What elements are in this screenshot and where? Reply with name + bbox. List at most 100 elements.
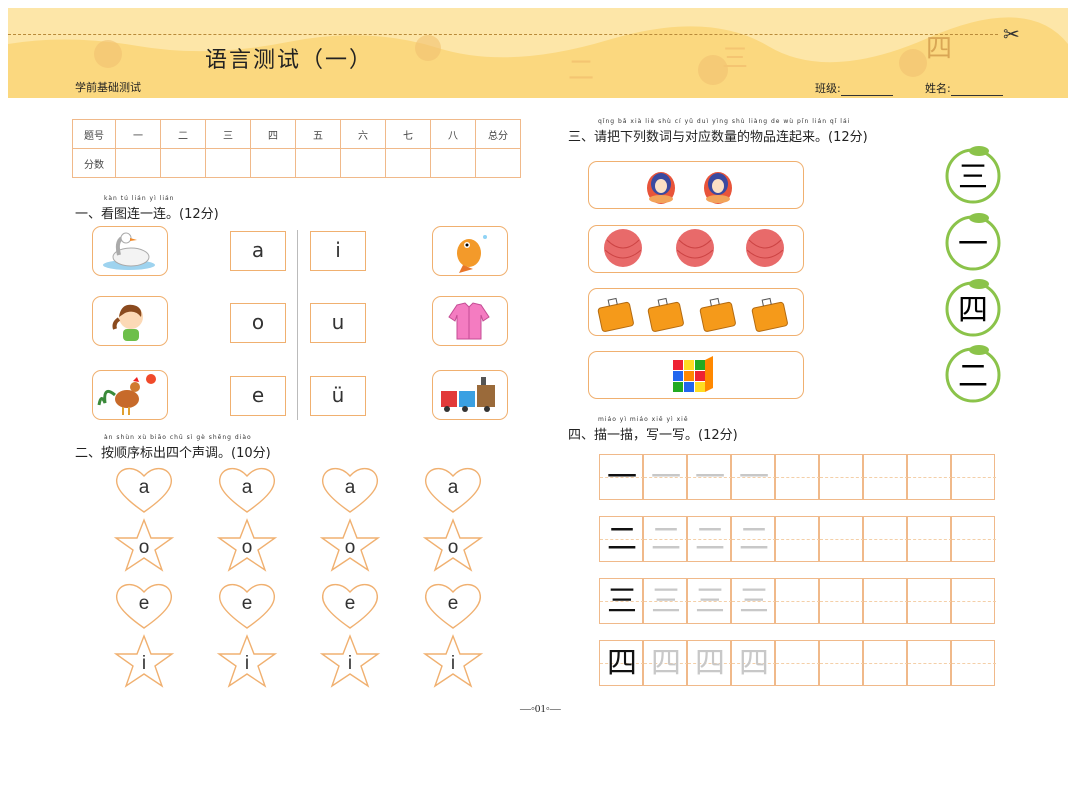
section4-heading: 四、描一描，写一写。(12分) [568,428,738,443]
trace-char-cell[interactable]: 一 [687,454,732,500]
tone-star[interactable]: o [115,519,173,571]
suitcase-card[interactable] [588,288,804,336]
model-char-cell: 一 [599,454,644,500]
numeral-circle[interactable]: 一 [945,213,1001,271]
score-input-cell[interactable] [295,148,341,178]
numeral-circles: 三 一 四 二 [945,146,1001,403]
score-input-cell[interactable] [250,148,296,178]
blank-write-cell[interactable] [863,640,908,686]
tone-heart[interactable]: e [321,583,379,629]
blank-write-cell[interactable] [863,516,908,562]
tone-star[interactable]: i [115,635,173,687]
blank-write-cell[interactable] [863,454,908,500]
blank-write-cell[interactable] [775,640,820,686]
grid-guide [820,477,864,478]
score-input-cell[interactable] [340,148,386,178]
tone-letter: o [242,537,253,558]
tone-heart[interactable]: a [424,467,482,513]
numeral-circle[interactable]: 四 [945,279,1001,337]
trace-char-cell[interactable]: 四 [731,640,776,686]
fish-card[interactable] [432,226,508,276]
yarn-card[interactable] [588,225,804,273]
trace-char-cell[interactable]: 三 [731,578,776,624]
numeral-circle[interactable]: 三 [945,146,1001,204]
blank-write-cell[interactable] [819,516,864,562]
trace-char: 一 [695,460,725,495]
blank-write-cell[interactable] [951,640,996,686]
girl-icon [112,304,143,341]
blank-write-cell[interactable] [907,454,952,500]
trace-char-cell[interactable]: 二 [643,516,688,562]
trace-char-cell[interactable]: 三 [643,578,688,624]
tone-letter: i [348,653,352,674]
score-input-cell[interactable] [430,148,476,178]
score-input-cell[interactable] [385,148,431,178]
blank-write-cell[interactable] [775,516,820,562]
tone-star[interactable]: i [424,635,482,687]
blank-write-cell[interactable] [951,578,996,624]
blank-write-cell[interactable] [819,640,864,686]
rooster-card[interactable] [92,370,168,420]
tone-heart[interactable]: e [218,583,276,629]
trace-char-cell[interactable]: 一 [643,454,688,500]
tone-letter: e [242,593,253,614]
letter-box[interactable]: e [230,376,286,416]
blank-write-cell[interactable] [907,578,952,624]
tone-heart[interactable]: a [218,467,276,513]
tone-star[interactable]: i [321,635,379,687]
blank-write-cell[interactable] [907,640,952,686]
letter-box[interactable]: o [230,303,286,343]
trace-char-cell[interactable]: 一 [731,454,776,500]
tone-heart[interactable]: a [321,467,379,513]
clothes-card[interactable] [432,296,508,346]
trace-char-cell[interactable]: 三 [687,578,732,624]
blank-write-cell[interactable] [775,578,820,624]
swan-card[interactable] [92,226,168,276]
trace-char: 三 [739,584,769,619]
dolls-card[interactable] [588,161,804,209]
girl-card[interactable] [92,296,168,346]
tone-star[interactable]: o [218,519,276,571]
trace-char-cell[interactable]: 四 [687,640,732,686]
blank-write-cell[interactable] [819,578,864,624]
letter-box[interactable]: i [310,231,366,271]
tone-star[interactable]: o [424,519,482,571]
section3-pinyin: qǐng bǎ xià liè shù cí yǔ duì yìng shù l… [598,118,851,125]
cube-card[interactable] [588,351,804,399]
blank-write-cell[interactable] [951,516,996,562]
trace-char: 二 [651,522,681,557]
blank-write-cell[interactable] [863,578,908,624]
tone-heart[interactable]: a [115,467,173,513]
section2-pinyin: àn shùn xù biāo chū sì gè shēng diào [104,434,252,441]
train-card[interactable] [432,370,508,420]
score-input-cell[interactable] [115,148,161,178]
tone-star[interactable]: o [321,519,379,571]
blank-write-cell[interactable] [951,454,996,500]
numeral-circle[interactable]: 二 [945,345,1001,403]
score-input-cell[interactable] [160,148,206,178]
letter-box[interactable]: u [310,303,366,343]
trace-char-cell[interactable]: 二 [731,516,776,562]
score-input-cell[interactable] [205,148,251,178]
header-wave-decoration [8,8,1068,85]
table-cell: 七 [385,119,431,149]
tone-star[interactable]: i [218,635,276,687]
trace-char-cell[interactable]: 四 [643,640,688,686]
trace-char-cell[interactable]: 二 [687,516,732,562]
score-input-cell[interactable] [475,148,521,178]
tone-heart[interactable]: e [115,583,173,629]
class-field[interactable]: 班级: [815,80,893,96]
letter-box[interactable]: ü [310,376,366,416]
name-field[interactable]: 姓名: [925,80,1003,96]
tone-letter: a [242,477,253,498]
grid-guide [820,663,864,664]
numeral-text: 一 [958,227,988,262]
page-subtitle: 学前基础测试 [75,81,141,94]
tone-heart[interactable]: e [424,583,482,629]
table-cell: 五 [295,119,341,149]
blank-write-cell[interactable] [907,516,952,562]
blank-write-cell[interactable] [775,454,820,500]
letter-box[interactable]: a [230,231,286,271]
blank-write-cell[interactable] [819,454,864,500]
model-char: 四 [607,646,637,681]
